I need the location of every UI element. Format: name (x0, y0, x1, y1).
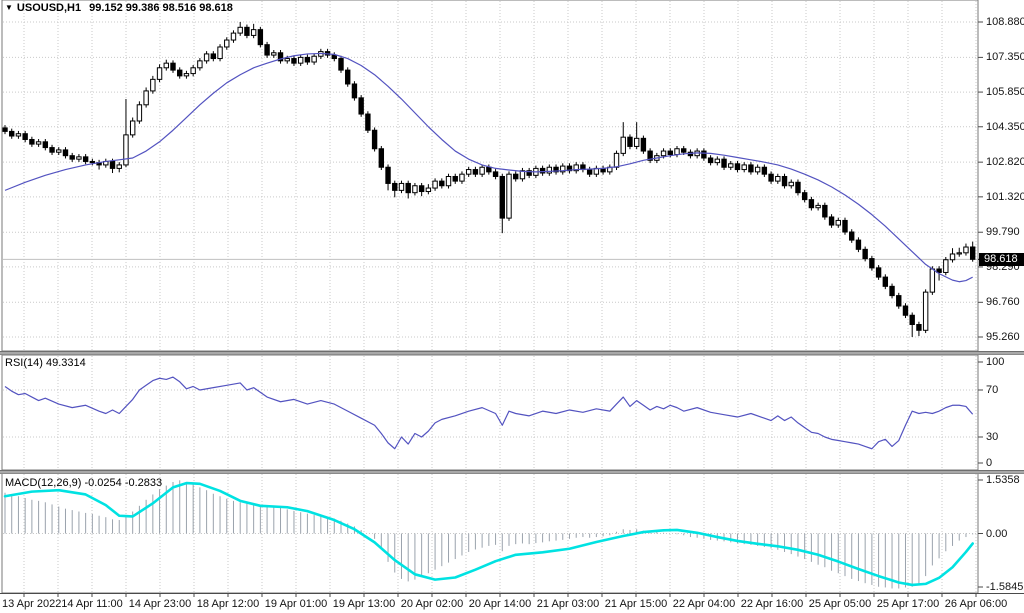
time-axis-label: 18 Apr 12:00 (197, 598, 259, 610)
current-price-badge: 98.618 (979, 253, 1024, 266)
price-axis-label: 96.760 (986, 296, 1020, 308)
time-axis-label: 14 Apr 11:00 (61, 598, 123, 610)
time-axis-label: 21 Apr 03:00 (537, 598, 599, 610)
time-axis-label: 22 Apr 04:00 (673, 598, 735, 610)
price-axis-label: 102.820 (986, 156, 1024, 168)
time-axis-label: 20 Apr 14:00 (469, 598, 531, 610)
time-axis-label: 19 Apr 13:00 (333, 598, 395, 610)
macd-axis-label: 1.5358 (986, 474, 1020, 486)
price-axis-label: 107.350 (986, 51, 1024, 63)
price-axis-label: 104.350 (986, 121, 1024, 133)
macd-pane[interactable] (2, 473, 978, 593)
pane-splitter[interactable] (0, 470, 1024, 474)
time-axis-label: 21 Apr 15:00 (605, 598, 667, 610)
macd-indicator-label: MACD(12,26,9) -0.0254 -0.2833 (5, 477, 162, 489)
price-axis-label: 105.850 (986, 86, 1024, 98)
price-axis-label: 101.320 (986, 191, 1024, 203)
macd-axis-label: 0.00 (986, 528, 1007, 540)
time-axis-label: 26 Apr 06:00 (945, 598, 1007, 610)
rsi-indicator-label: RSI(14) 49.3314 (5, 357, 86, 369)
rsi-pane[interactable] (2, 355, 978, 470)
time-axis-label: 22 Apr 16:00 (741, 598, 803, 610)
rsi-axis-label: 30 (986, 431, 998, 443)
pane-splitter[interactable] (0, 351, 1024, 355)
rsi-axis-label: 100 (986, 356, 1004, 368)
symbol-timeframe-label: USOUSD,H1 (17, 2, 81, 14)
rsi-axis-label: 70 (986, 384, 998, 396)
chart-title: ▼ USOUSD,H1 99.152 99.386 98.516 98.618 (5, 2, 233, 14)
symbol-dropdown-icon[interactable]: ▼ (5, 3, 13, 12)
price-axis-label: 108.880 (986, 16, 1024, 28)
main-pane[interactable] (2, 0, 978, 351)
macd-axis-label: -1.5845 (986, 581, 1023, 593)
chart-canvas[interactable] (0, 0, 1024, 613)
chart-window: ▼ USOUSD,H1 99.152 99.386 98.516 98.618 RS… (0, 0, 1024, 613)
ohlc-values-label: 99.152 99.386 98.516 98.618 (89, 2, 233, 14)
time-axis-label: 14 Apr 23:00 (129, 598, 191, 610)
time-axis-label: 20 Apr 02:00 (401, 598, 463, 610)
price-axis-label: 95.260 (986, 331, 1020, 343)
time-axis-label: 13 Apr 2022 (2, 598, 61, 610)
rsi-axis-label: 0 (986, 457, 992, 469)
price-axis-label: 99.790 (986, 226, 1020, 238)
time-axis-label: 19 Apr 01:00 (265, 598, 327, 610)
time-axis-label: 25 Apr 05:00 (809, 598, 871, 610)
time-axis-label: 25 Apr 17:00 (877, 598, 939, 610)
